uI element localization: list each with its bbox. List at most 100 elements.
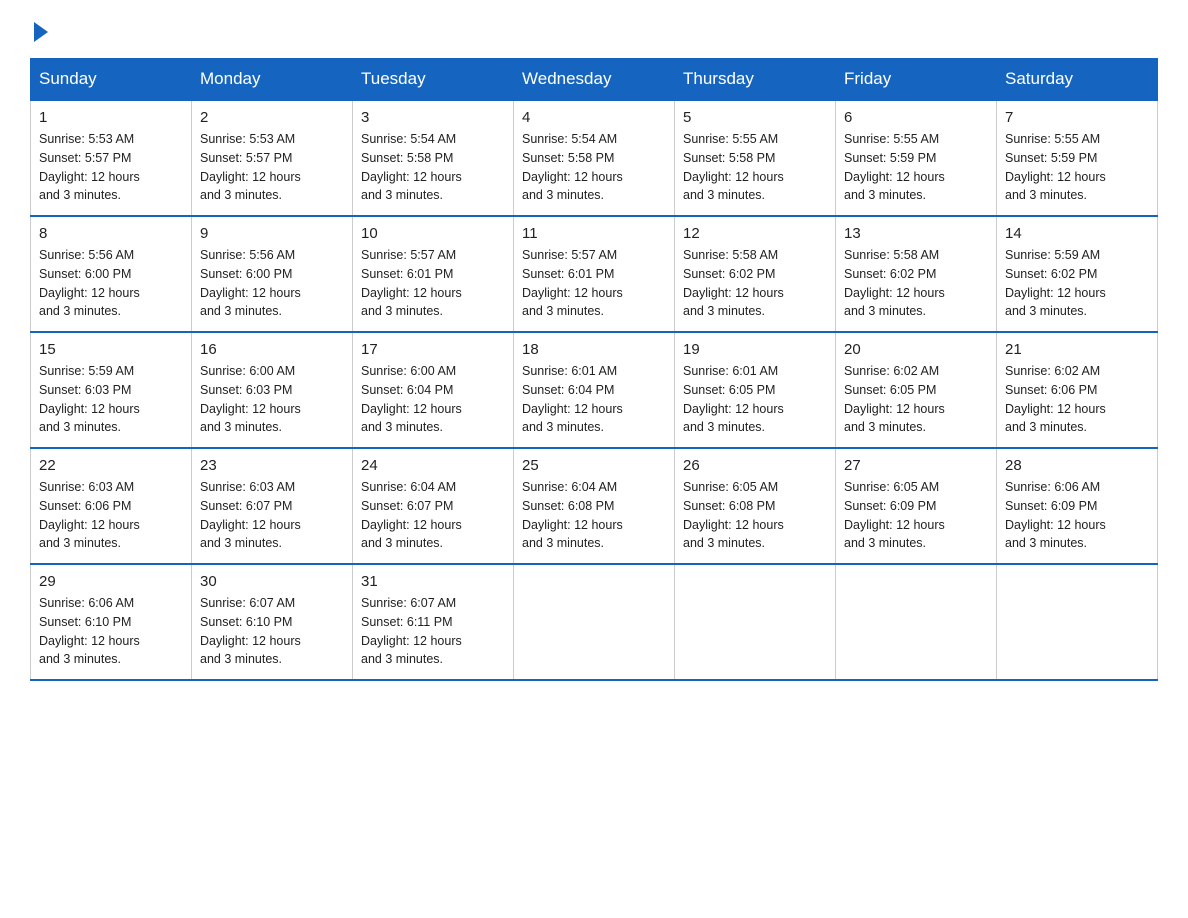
day-number: 30 [200,573,344,590]
day-number: 22 [39,457,183,474]
calendar-cell: 23 Sunrise: 6:03 AMSunset: 6:07 PMDaylig… [192,448,353,564]
calendar-cell: 25 Sunrise: 6:04 AMSunset: 6:08 PMDaylig… [514,448,675,564]
day-number: 5 [683,109,827,126]
day-info: Sunrise: 5:53 AMSunset: 5:57 PMDaylight:… [39,130,183,205]
calendar-cell: 22 Sunrise: 6:03 AMSunset: 6:06 PMDaylig… [31,448,192,564]
day-number: 10 [361,225,505,242]
day-info: Sunrise: 6:01 AMSunset: 6:05 PMDaylight:… [683,362,827,437]
day-number: 15 [39,341,183,358]
calendar-cell: 20 Sunrise: 6:02 AMSunset: 6:05 PMDaylig… [836,332,997,448]
calendar-cell: 15 Sunrise: 5:59 AMSunset: 6:03 PMDaylig… [31,332,192,448]
day-number: 20 [844,341,988,358]
calendar-cell [675,564,836,680]
day-info: Sunrise: 5:58 AMSunset: 6:02 PMDaylight:… [683,246,827,321]
calendar-cell: 12 Sunrise: 5:58 AMSunset: 6:02 PMDaylig… [675,216,836,332]
header-wednesday: Wednesday [514,59,675,101]
day-number: 26 [683,457,827,474]
day-info: Sunrise: 5:58 AMSunset: 6:02 PMDaylight:… [844,246,988,321]
day-info: Sunrise: 6:00 AMSunset: 6:03 PMDaylight:… [200,362,344,437]
calendar-cell: 18 Sunrise: 6:01 AMSunset: 6:04 PMDaylig… [514,332,675,448]
day-info: Sunrise: 6:04 AMSunset: 6:07 PMDaylight:… [361,478,505,553]
day-number: 9 [200,225,344,242]
header-tuesday: Tuesday [353,59,514,101]
day-number: 7 [1005,109,1149,126]
day-number: 3 [361,109,505,126]
day-number: 13 [844,225,988,242]
day-info: Sunrise: 6:03 AMSunset: 6:07 PMDaylight:… [200,478,344,553]
day-number: 14 [1005,225,1149,242]
day-info: Sunrise: 5:59 AMSunset: 6:03 PMDaylight:… [39,362,183,437]
day-info: Sunrise: 6:06 AMSunset: 6:10 PMDaylight:… [39,594,183,669]
day-number: 16 [200,341,344,358]
page-header [30,20,1158,38]
day-info: Sunrise: 5:54 AMSunset: 5:58 PMDaylight:… [361,130,505,205]
calendar-cell: 16 Sunrise: 6:00 AMSunset: 6:03 PMDaylig… [192,332,353,448]
calendar-table: SundayMondayTuesdayWednesdayThursdayFrid… [30,58,1158,681]
calendar-cell: 7 Sunrise: 5:55 AMSunset: 5:59 PMDayligh… [997,100,1158,216]
calendar-cell: 29 Sunrise: 6:06 AMSunset: 6:10 PMDaylig… [31,564,192,680]
day-info: Sunrise: 6:05 AMSunset: 6:09 PMDaylight:… [844,478,988,553]
day-info: Sunrise: 5:53 AMSunset: 5:57 PMDaylight:… [200,130,344,205]
day-number: 4 [522,109,666,126]
day-info: Sunrise: 6:07 AMSunset: 6:11 PMDaylight:… [361,594,505,669]
day-info: Sunrise: 5:56 AMSunset: 6:00 PMDaylight:… [39,246,183,321]
day-number: 19 [683,341,827,358]
calendar-cell: 31 Sunrise: 6:07 AMSunset: 6:11 PMDaylig… [353,564,514,680]
calendar-cell: 2 Sunrise: 5:53 AMSunset: 5:57 PMDayligh… [192,100,353,216]
day-info: Sunrise: 5:55 AMSunset: 5:59 PMDaylight:… [844,130,988,205]
calendar-header-row: SundayMondayTuesdayWednesdayThursdayFrid… [31,59,1158,101]
day-number: 6 [844,109,988,126]
calendar-cell: 11 Sunrise: 5:57 AMSunset: 6:01 PMDaylig… [514,216,675,332]
day-info: Sunrise: 5:55 AMSunset: 5:58 PMDaylight:… [683,130,827,205]
calendar-cell: 10 Sunrise: 5:57 AMSunset: 6:01 PMDaylig… [353,216,514,332]
day-info: Sunrise: 6:04 AMSunset: 6:08 PMDaylight:… [522,478,666,553]
calendar-cell: 6 Sunrise: 5:55 AMSunset: 5:59 PMDayligh… [836,100,997,216]
calendar-cell: 3 Sunrise: 5:54 AMSunset: 5:58 PMDayligh… [353,100,514,216]
calendar-week-row: 22 Sunrise: 6:03 AMSunset: 6:06 PMDaylig… [31,448,1158,564]
day-number: 31 [361,573,505,590]
day-info: Sunrise: 5:55 AMSunset: 5:59 PMDaylight:… [1005,130,1149,205]
day-number: 29 [39,573,183,590]
day-number: 24 [361,457,505,474]
calendar-cell: 9 Sunrise: 5:56 AMSunset: 6:00 PMDayligh… [192,216,353,332]
day-info: Sunrise: 6:00 AMSunset: 6:04 PMDaylight:… [361,362,505,437]
calendar-cell: 30 Sunrise: 6:07 AMSunset: 6:10 PMDaylig… [192,564,353,680]
day-number: 28 [1005,457,1149,474]
calendar-cell: 1 Sunrise: 5:53 AMSunset: 5:57 PMDayligh… [31,100,192,216]
calendar-cell: 27 Sunrise: 6:05 AMSunset: 6:09 PMDaylig… [836,448,997,564]
day-number: 17 [361,341,505,358]
header-sunday: Sunday [31,59,192,101]
day-info: Sunrise: 5:57 AMSunset: 6:01 PMDaylight:… [361,246,505,321]
day-info: Sunrise: 5:54 AMSunset: 5:58 PMDaylight:… [522,130,666,205]
calendar-cell: 14 Sunrise: 5:59 AMSunset: 6:02 PMDaylig… [997,216,1158,332]
day-number: 25 [522,457,666,474]
header-friday: Friday [836,59,997,101]
day-info: Sunrise: 6:02 AMSunset: 6:06 PMDaylight:… [1005,362,1149,437]
calendar-cell: 4 Sunrise: 5:54 AMSunset: 5:58 PMDayligh… [514,100,675,216]
day-number: 23 [200,457,344,474]
day-info: Sunrise: 6:02 AMSunset: 6:05 PMDaylight:… [844,362,988,437]
logo-top [30,20,48,42]
day-info: Sunrise: 6:03 AMSunset: 6:06 PMDaylight:… [39,478,183,553]
calendar-week-row: 15 Sunrise: 5:59 AMSunset: 6:03 PMDaylig… [31,332,1158,448]
calendar-cell: 17 Sunrise: 6:00 AMSunset: 6:04 PMDaylig… [353,332,514,448]
header-saturday: Saturday [997,59,1158,101]
day-info: Sunrise: 5:56 AMSunset: 6:00 PMDaylight:… [200,246,344,321]
day-info: Sunrise: 5:57 AMSunset: 6:01 PMDaylight:… [522,246,666,321]
calendar-cell: 21 Sunrise: 6:02 AMSunset: 6:06 PMDaylig… [997,332,1158,448]
day-info: Sunrise: 6:07 AMSunset: 6:10 PMDaylight:… [200,594,344,669]
calendar-cell: 13 Sunrise: 5:58 AMSunset: 6:02 PMDaylig… [836,216,997,332]
day-number: 2 [200,109,344,126]
day-info: Sunrise: 6:06 AMSunset: 6:09 PMDaylight:… [1005,478,1149,553]
day-info: Sunrise: 6:01 AMSunset: 6:04 PMDaylight:… [522,362,666,437]
day-number: 1 [39,109,183,126]
calendar-cell [836,564,997,680]
day-number: 11 [522,225,666,242]
calendar-cell: 28 Sunrise: 6:06 AMSunset: 6:09 PMDaylig… [997,448,1158,564]
calendar-cell: 8 Sunrise: 5:56 AMSunset: 6:00 PMDayligh… [31,216,192,332]
header-thursday: Thursday [675,59,836,101]
logo-arrow-icon [34,22,48,42]
calendar-week-row: 29 Sunrise: 6:06 AMSunset: 6:10 PMDaylig… [31,564,1158,680]
day-info: Sunrise: 5:59 AMSunset: 6:02 PMDaylight:… [1005,246,1149,321]
calendar-week-row: 1 Sunrise: 5:53 AMSunset: 5:57 PMDayligh… [31,100,1158,216]
